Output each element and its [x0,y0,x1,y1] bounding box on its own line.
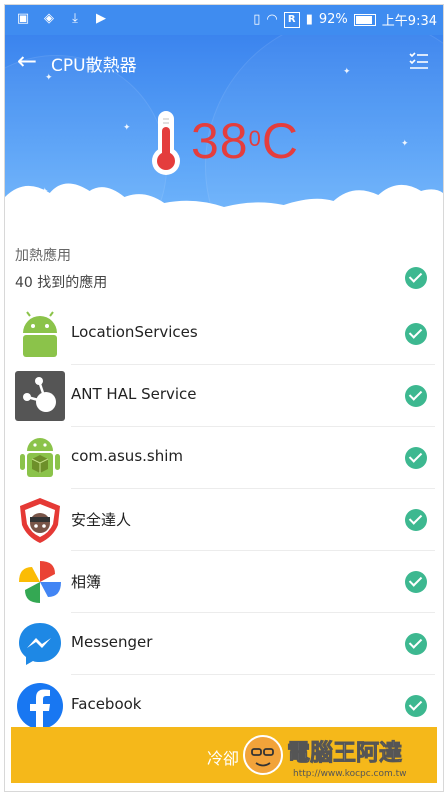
star-decor: ✦ [123,123,131,133]
cool-button-label: 冷卻 [207,749,240,768]
app-row[interactable]: LocationServices [5,303,443,365]
android-box-icon [20,438,60,477]
section-title: 加熱應用 [15,248,71,264]
app-name: 安全達人 [71,511,132,529]
app-row[interactable]: com.asus.shim [5,427,443,489]
roaming-icon: R [283,11,300,28]
app-name: com.asus.shim [71,447,184,465]
app-check-icon[interactable] [405,447,427,469]
temperature-value: 38 [191,113,249,169]
status-bar: ▣ ◈ ⤓ ▶ ▯ ◠ R ▮ 92% 上午9:34 [5,5,443,35]
app-check-icon[interactable] [405,695,427,717]
app-row[interactable]: ANT HAL Service [5,365,443,427]
app-check-icon[interactable] [405,323,427,345]
star-decor: ✦ [401,139,409,149]
vibrate-icon: ▯ [253,12,261,27]
messenger-icon [19,623,61,665]
select-all-check-icon[interactable] [405,267,427,289]
found-count: 40 找到的應用 [15,275,108,291]
wifi-icon: ◠ [266,12,278,27]
app-name: 相簿 [71,573,102,591]
security-master-icon [20,498,60,543]
watermark-logo: 電腦王阿達 http://www.kocpc.com.tw [243,735,407,779]
app-name: Messenger [71,633,153,651]
app-check-icon[interactable] [405,571,427,593]
app-row[interactable]: 安全達人 [5,489,443,551]
app-row[interactable]: Messenger [5,613,443,675]
page-title: CPU散熱器 [51,56,137,76]
shield-notification-icon: ◈ [44,11,54,26]
watermark-url: http://www.kocpc.com.tw [293,769,407,779]
facebook-icon [17,683,63,731]
app-check-icon[interactable] [405,385,427,407]
app-name: LocationServices [71,323,198,341]
app-check-icon[interactable] [405,633,427,655]
star-decor: ✦ [343,67,351,77]
temperature-readout: 380C [191,113,299,169]
temperature-unit: C [261,113,299,169]
ant-hal-icon [15,371,65,421]
app-check-icon[interactable] [405,509,427,531]
app-name: Facebook [71,695,142,713]
cloud-decor [5,183,443,225]
download-icon: ⤓ [72,11,78,26]
status-time: 上午9:34 [381,14,437,29]
checklist-menu-icon[interactable] [409,51,429,71]
app-row[interactable]: 相簿 [5,551,443,613]
app-frame: ▣ ◈ ⤓ ▶ ▯ ◠ R ▮ 92% 上午9:34 ✦ ✦ ✦ ✦ ✦ ← C… [4,4,444,792]
android-icon [23,311,57,357]
app-name: ANT HAL Service [71,385,197,403]
battery-icon [353,13,376,26]
signal-icon: ▮ [305,12,313,27]
back-arrow-icon[interactable]: ← [17,49,37,73]
battery-percent: 92% [318,12,348,27]
gallery-pinwheel-icon [19,561,61,603]
gallery-notification-icon: ▣ [16,11,30,26]
watermark-name: 電腦王阿達 [287,739,402,766]
play-store-icon: ▶ [96,11,106,26]
degree-symbol: 0 [248,126,262,151]
header: ✦ ✦ ✦ ✦ ✦ ← CPU散熱器 380C [5,35,443,225]
